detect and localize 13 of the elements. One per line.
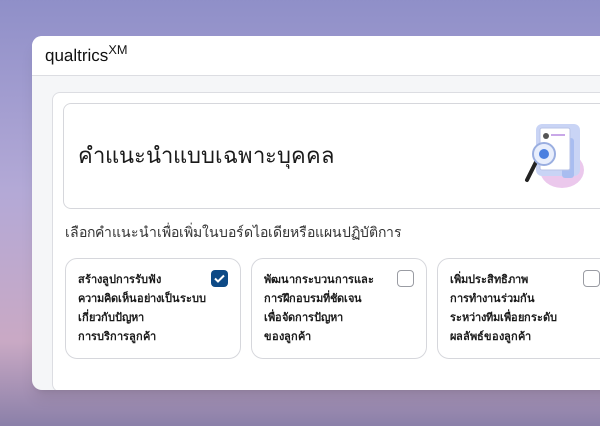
instruction-text: เลือกคำแนะนำเพื่อเพิ่มในบอร์ดไอเดียหรือแผนปฏิบัติการ [65,223,600,244]
checkbox[interactable] [397,270,414,287]
option-card[interactable]: สร้างลูปการรับฟัง ความคิดเห็นอย่างเป็นระบบ เกี่ยวกับปัญหา การบริการลูกค้า [65,258,241,359]
option-text: สร้างลูปการรับฟัง ความคิดเห็นอย่างเป็นระบบ เกี่ยวกับปัญหา การบริการลูกค้า [78,272,206,346]
checkmark-icon [214,274,225,283]
checkbox[interactable] [211,270,228,287]
option-text: เพิ่มประสิทธิภาพ การทำงานร่วมกัน ระหว่างทีมเพื่อยกระดับ ผลลัพธ์ของลูกค้า [450,270,557,346]
option-card[interactable]: พัฒนากระบวนการและ การฝึกอบรมที่ชัดเจน เพื่อจัดการปัญหา ของลูกค้า [251,258,427,359]
heading: คำแนะนำแบบเฉพาะบุคคล [78,142,334,171]
logo: qualtrics$^{XM}$ [45,42,128,67]
option-text: พัฒนากระบวนการและ การฝึกอบรมที่ชัดเจน เพื่อจัดการปัญหา ของลูกค้า [264,272,374,346]
option-card[interactable]: เพิ่มประสิทธิภาพ การทำงานร่วมกัน ระหว่างทีมเพื่อยกระดับ ผลลัพธ์ของลูกค้า [437,258,600,359]
checkbox[interactable] [583,270,600,287]
